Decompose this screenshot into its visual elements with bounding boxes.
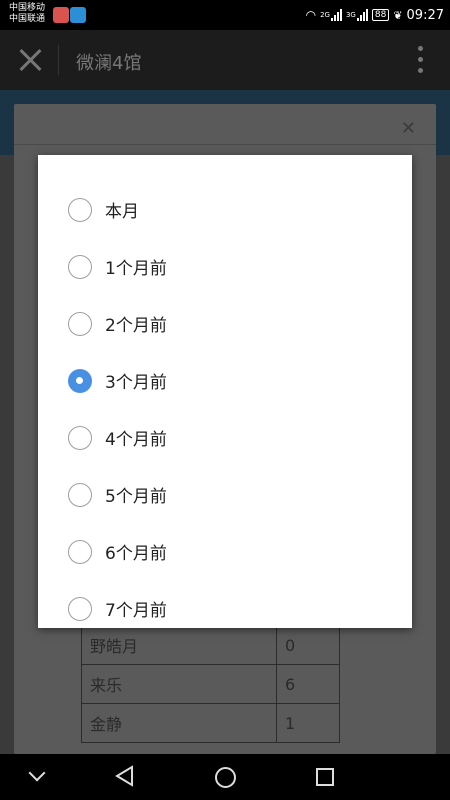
signal-icon-2 xyxy=(356,9,368,21)
table-cell-value: 6 xyxy=(276,664,340,704)
radio-button-icon[interactable] xyxy=(68,425,92,450)
wifi-icon: ◠ xyxy=(305,8,317,22)
option-label: 本月 xyxy=(105,202,139,222)
clock: 09:27 xyxy=(406,7,444,23)
table-cell-name: 金静 xyxy=(81,703,277,743)
table-row: 野皓月 0 xyxy=(81,625,340,665)
option-label: 2个月前 xyxy=(105,316,167,336)
option-1-month-ago[interactable]: 1个月前 xyxy=(38,238,412,295)
status-right: ◠ 2G 3G 88 ❦ 09:27 xyxy=(306,6,444,24)
stats-table: 野皓月 0 来乐 6 金静 1 xyxy=(81,625,340,743)
radio-button-checked-icon[interactable] xyxy=(68,368,92,393)
table-row: 来乐 6 xyxy=(81,664,340,704)
radio-button-icon[interactable] xyxy=(68,596,92,621)
radio-button-icon[interactable] xyxy=(68,254,92,279)
option-6-months-ago[interactable]: 6个月前 xyxy=(38,523,412,580)
home-icon[interactable] xyxy=(215,767,236,788)
option-label: 7个月前 xyxy=(105,601,167,621)
option-5-months-ago[interactable]: 5个月前 xyxy=(38,466,412,523)
status-bar: 中国移动 中国联通 ◠ 2G 3G 88 ❦ 09:27 xyxy=(0,0,450,30)
network-type-2: 3G xyxy=(345,11,356,19)
option-label: 1个月前 xyxy=(105,259,167,279)
more-menu-icon[interactable] xyxy=(418,46,424,74)
option-2-months-ago[interactable]: 2个月前 xyxy=(38,295,412,352)
page-title: 微澜4馆 xyxy=(76,53,142,74)
carrier-1: 中国移动 xyxy=(9,3,46,13)
carrier-info: 中国移动 中国联通 xyxy=(9,3,45,25)
notification-app-icon xyxy=(53,7,69,23)
option-label: 5个月前 xyxy=(105,487,167,507)
recent-apps-icon[interactable] xyxy=(316,768,334,786)
table-row: 金静 1 xyxy=(81,703,340,743)
app-bar-divider xyxy=(58,45,59,75)
network-type-1: 2G xyxy=(320,11,330,19)
month-picker-dialog: 本月 1个月前 2个月前 3个月前 4个月前 5个月前 6个月前 7个月前 xyxy=(38,155,412,628)
app-bar: 微澜4馆 xyxy=(0,30,450,90)
hide-keyboard-icon[interactable] xyxy=(28,764,46,782)
battery-icon: 88 xyxy=(371,9,390,21)
table-cell-name: 野皓月 xyxy=(81,625,277,665)
option-label: 4个月前 xyxy=(105,430,167,450)
option-3-months-ago[interactable]: 3个月前 xyxy=(38,352,412,409)
card-close-icon[interactable]: ✕ xyxy=(401,118,416,139)
leaf-icon: ❦ xyxy=(393,8,403,22)
card-divider xyxy=(14,144,436,145)
table-cell-value: 0 xyxy=(276,625,340,665)
option-4-months-ago[interactable]: 4个月前 xyxy=(38,409,412,466)
option-7-months-ago[interactable]: 7个月前 xyxy=(38,580,412,628)
table-cell-name: 来乐 xyxy=(81,664,277,704)
signal-icon xyxy=(330,9,342,21)
radio-button-icon[interactable] xyxy=(68,197,92,222)
option-this-month[interactable]: 本月 xyxy=(38,181,412,238)
notification-cloud-icon xyxy=(70,7,86,23)
radio-button-icon[interactable] xyxy=(68,482,92,507)
back-icon[interactable] xyxy=(114,765,136,787)
navigation-bar xyxy=(0,754,450,800)
radio-button-icon[interactable] xyxy=(68,311,92,336)
close-icon[interactable] xyxy=(18,48,42,72)
option-label: 6个月前 xyxy=(105,544,167,564)
carrier-2: 中国联通 xyxy=(9,14,46,24)
table-cell-value: 1 xyxy=(276,703,340,743)
radio-button-icon[interactable] xyxy=(68,539,92,564)
option-label: 3个月前 xyxy=(105,373,167,393)
